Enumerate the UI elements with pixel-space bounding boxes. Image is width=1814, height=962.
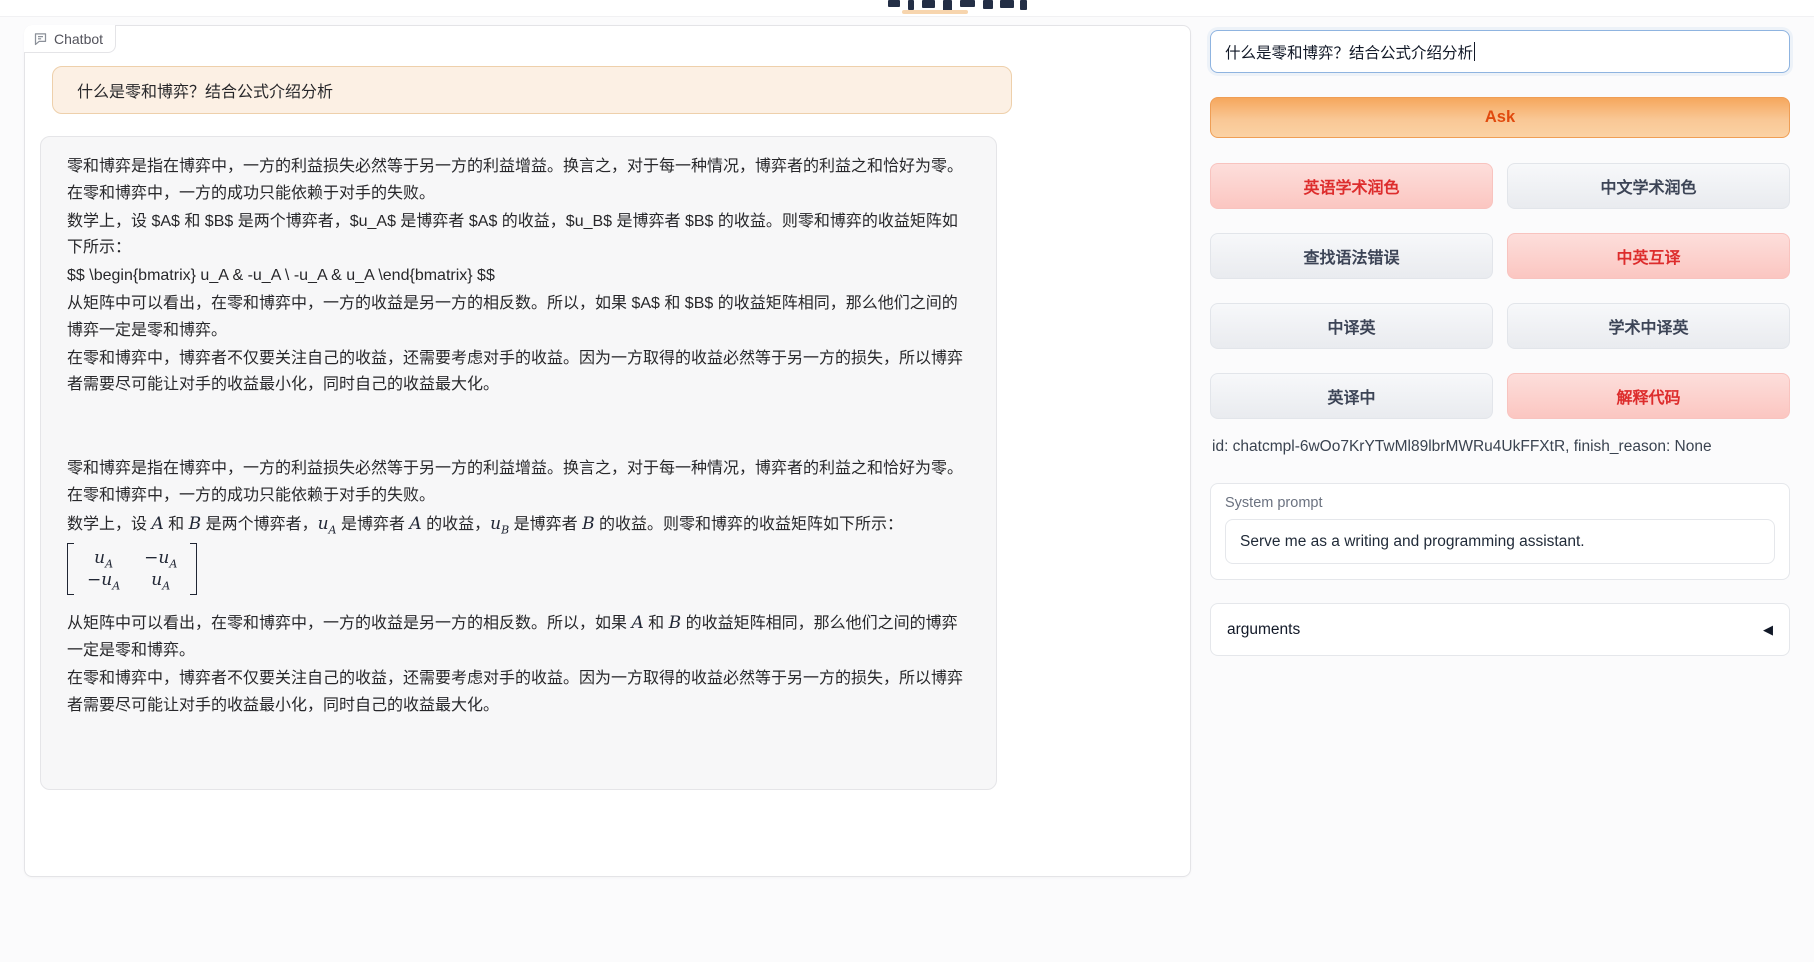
app: Chatbot 什么是零和博弈？结合公式介绍分析 零和博弈是指在博弈中，一方的利…	[0, 0, 1814, 961]
bot-paragraph: 零和博弈是指在博弈中，一方的利益损失必然等于另一方的利益增益。换言之，对于每一种…	[67, 154, 970, 208]
quick-action-zh-to-en[interactable]: 中译英	[1210, 303, 1493, 349]
bot-message: 零和博弈是指在博弈中，一方的利益损失必然等于另一方的利益增益。换言之，对于每一种…	[40, 136, 997, 790]
bot-paragraph: $$ \begin{bmatrix} u_A & -u_A \ -u_A & u…	[67, 263, 970, 290]
question-input[interactable]: 什么是零和博弈？结合公式介绍分析	[1210, 30, 1790, 73]
arguments-accordion-label: arguments	[1227, 621, 1300, 639]
text-cursor	[1474, 42, 1475, 61]
quick-action-chinese-academic-polish[interactable]: 中文学术润色	[1507, 163, 1790, 209]
completion-status: id: chatcmpl-6wOo7KrYTwMl89lbrMWRu4UkFFX…	[1212, 438, 1792, 456]
collapse-arrow-icon: ◀	[1763, 622, 1773, 638]
quick-action-zh-en-mutual-translate[interactable]: 中英互译	[1507, 233, 1790, 279]
quick-action-english-academic-polish[interactable]: 英语学术润色	[1210, 163, 1493, 209]
quick-action-explain-code[interactable]: 解释代码	[1507, 373, 1790, 419]
system-prompt-input[interactable]: Serve me as a writing and programming as…	[1225, 519, 1775, 564]
ask-button[interactable]: Ask	[1210, 97, 1790, 138]
quick-actions-grid: 英语学术润色中文学术润色查找语法错误中英互译中译英学术中译英英译中解释代码	[1210, 163, 1790, 419]
user-message: 什么是零和博弈？结合公式介绍分析	[52, 66, 1012, 114]
quick-action-en-to-zh[interactable]: 英译中	[1210, 373, 1493, 419]
bot-paragraph: 数学上，设 $A$ 和 $B$ 是两个博弈者，$u_A$ 是博弈者 $A$ 的收…	[67, 209, 970, 263]
bot-message-content: 零和博弈是指在博弈中，一方的利益损失必然等于另一方的利益增益。换言之，对于每一种…	[67, 154, 970, 720]
bot-paragraph: 在零和博弈中，博弈者不仅要关注自己的收益，还需要考虑对手的收益。因为一方取得的收…	[67, 666, 970, 720]
system-prompt-label: System prompt	[1225, 495, 1775, 511]
paragraph-gap	[67, 400, 970, 456]
chatbot-label: Chatbot	[24, 25, 116, 53]
ask-button-label: Ask	[1485, 108, 1515, 127]
arguments-accordion[interactable]: arguments ◀	[1210, 603, 1790, 656]
user-message-text: 什么是零和博弈？结合公式介绍分析	[77, 78, 333, 102]
chat-bubble-icon	[33, 31, 48, 46]
payoff-matrix: uA−uA−uAuA	[67, 543, 970, 605]
system-prompt-value: Serve me as a writing and programming as…	[1240, 533, 1585, 551]
bot-paragraph: 从矩阵中可以看出，在零和博弈中，一方的收益是另一方的相反数。所以，如果 A 和 …	[67, 610, 970, 665]
quick-action-find-grammar-errors[interactable]: 查找语法错误	[1210, 233, 1493, 279]
system-prompt-group: System prompt Serve me as a writing and …	[1210, 483, 1790, 580]
bot-paragraph: 在零和博弈中，博弈者不仅要关注自己的收益，还需要考虑对手的收益。因为一方取得的收…	[67, 346, 970, 400]
quick-action-academic-zh-to-en[interactable]: 学术中译英	[1507, 303, 1790, 349]
question-input-value: 什么是零和博弈？结合公式介绍分析	[1225, 41, 1473, 63]
bot-paragraph: 零和博弈是指在博弈中，一方的利益损失必然等于另一方的利益增益。换言之，对于每一种…	[67, 456, 970, 510]
chatbot-label-text: Chatbot	[54, 31, 103, 47]
bot-paragraph: 数学上，设 A 和 B 是两个博弈者，uA 是博弈者 A 的收益，uB 是博弈者…	[67, 511, 970, 539]
clipped-page-title	[886, 0, 1028, 14]
bot-paragraph: 从矩阵中可以看出，在零和博弈中，一方的收益是另一方的相反数。所以，如果 $A$ …	[67, 291, 970, 345]
